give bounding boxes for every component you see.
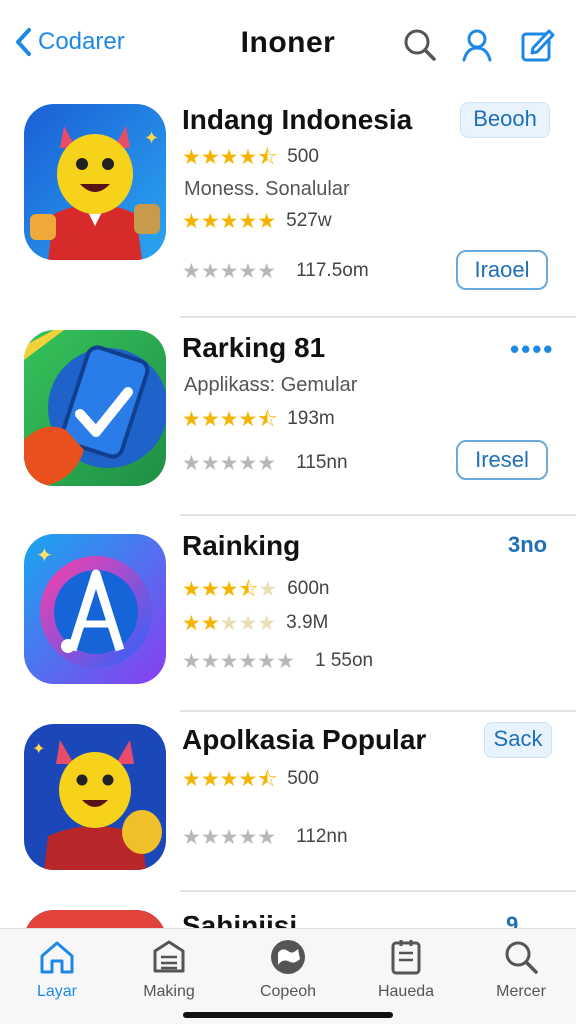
tab-copeoh[interactable]: Copeoh xyxy=(233,937,343,1001)
rating-row: ★★★★★ 115nn xyxy=(182,451,348,475)
app-name: Apolkasia Popular xyxy=(182,724,427,755)
install-button[interactable]: Iresel xyxy=(456,440,548,480)
rating-count: 600n xyxy=(287,578,330,599)
home-indicator[interactable] xyxy=(183,1012,393,1018)
get-button[interactable]: Sack xyxy=(484,722,552,758)
compose-icon[interactable] xyxy=(519,26,555,64)
search-icon[interactable] xyxy=(402,26,438,64)
divider xyxy=(180,890,576,892)
tab-label: Copeoh xyxy=(259,983,317,1000)
profile-icon[interactable] xyxy=(459,26,495,64)
app-icon-mascot: ✦ xyxy=(24,724,166,870)
divider xyxy=(180,316,576,318)
tab-bar: Layar Making Copeoh Haueda Mercer xyxy=(0,928,576,1024)
tab-label: Layar xyxy=(36,983,78,1000)
svg-text:✦: ✦ xyxy=(32,739,45,758)
rating-row: ★★★★★ 112nn xyxy=(182,825,348,849)
rating-row: ★★★★ ⯪ 500 xyxy=(182,145,319,169)
app-name: Indang Indonesia xyxy=(182,104,413,135)
download-count: 115nn xyxy=(296,452,348,473)
rating-row: ★★★★★ 527w xyxy=(182,209,332,233)
divider xyxy=(180,710,576,712)
get-button[interactable]: 3no xyxy=(508,532,547,558)
download-count: 112nn xyxy=(296,826,348,847)
app-name: Rainking xyxy=(182,530,301,561)
home-icon xyxy=(40,941,74,974)
rating-row: ★★★ ⯪ ★ 600n xyxy=(182,577,330,601)
more-options-icon[interactable]: •••• xyxy=(510,334,554,365)
rating-row: ★★★★★★ 1 55on xyxy=(182,649,374,673)
globe-icon xyxy=(271,940,305,974)
rating-count: 527w xyxy=(286,210,332,231)
rating-row: ★★★★★ 117.5om xyxy=(182,259,369,283)
download-count: 1 55on xyxy=(314,650,374,671)
tab-layar[interactable]: Layar xyxy=(2,937,112,1001)
app-subtitle: Applikass: Gemular xyxy=(184,374,358,396)
get-button[interactable]: Beooh xyxy=(460,102,550,138)
divider xyxy=(180,514,576,516)
rating-count: 500 xyxy=(287,146,319,167)
svg-text:✦: ✦ xyxy=(144,128,159,149)
app-name: Rarking 81 xyxy=(182,332,326,363)
rating-row: ★★ ★★★ 3.9M xyxy=(182,611,329,635)
app-subtitle: Moness. Sonalular xyxy=(184,178,350,200)
tab-label: Haueda xyxy=(377,983,435,1000)
rating-count: 193m xyxy=(287,408,335,429)
rating-row: ★★★★ ⯪ 193m xyxy=(182,407,335,431)
tab-haueda[interactable]: Haueda xyxy=(351,937,461,1001)
tab-label: Mercer xyxy=(496,983,546,1000)
tab-mercer[interactable]: Mercer xyxy=(466,937,576,1001)
tab-making[interactable]: Making xyxy=(114,937,224,1001)
notes-icon xyxy=(391,940,421,975)
install-button[interactable]: Iraoel xyxy=(456,250,548,290)
download-count: 117.5om xyxy=(296,260,369,281)
svg-text:✦: ✦ xyxy=(36,543,53,567)
tab-label: Making xyxy=(143,983,195,1000)
nav-header: Codarer Inoner xyxy=(0,0,576,92)
store-icon xyxy=(153,940,185,973)
rating-count: 3.9M xyxy=(286,612,329,633)
search-icon xyxy=(505,941,538,974)
app-icon-mascot: ✦ xyxy=(24,104,166,260)
rating-row: ★★★★ ⯪ 500 xyxy=(182,767,319,791)
rating-count: 500 xyxy=(287,768,319,789)
app-icon-letter-a: ✦ xyxy=(24,534,166,684)
app-icon-phone xyxy=(24,330,166,486)
